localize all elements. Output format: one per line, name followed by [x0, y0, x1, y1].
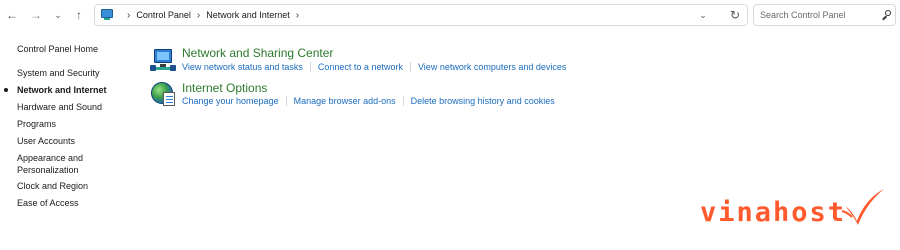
link-delete-browsing-history[interactable]: Delete browsing history and cookies [411, 96, 555, 106]
back-button[interactable]: ← [4, 7, 20, 23]
link-manage-addons[interactable]: Manage browser add-ons [294, 96, 396, 106]
arrow-left-icon: ← [6, 8, 18, 22]
sidebar-item-hardware-and-sound[interactable]: Hardware and Sound [17, 101, 122, 113]
forward-button[interactable]: → [28, 7, 44, 23]
divider [409, 62, 411, 72]
watermark-text: vinahost [700, 197, 847, 228]
sidebar-item-network-and-internet[interactable]: Network and Internet [17, 84, 122, 96]
sidebar-item-control-panel-home[interactable]: Control Panel Home [17, 43, 122, 55]
internet-options-icon[interactable] [150, 81, 176, 107]
chevron-down-icon: ⌄ [699, 9, 707, 20]
up-button[interactable]: ↑ [71, 7, 87, 23]
active-bullet-icon [4, 88, 8, 92]
sidebar-item-clock-and-region[interactable]: Clock and Region [17, 180, 122, 192]
divider [309, 62, 311, 72]
category-network-and-sharing-center[interactable]: Network and Sharing Center [182, 46, 333, 60]
sidebar-item-system-and-security[interactable]: System and Security [17, 67, 122, 79]
chevron-down-icon: ⌄ [54, 9, 62, 20]
vinahost-watermark: vinahost [700, 185, 890, 235]
divider [402, 96, 404, 106]
navigation-bar: ← → ⌄ ↑ › Control Panel › Network and In… [0, 0, 900, 30]
breadcrumb-network-and-internet[interactable]: Network and Internet [206, 10, 290, 20]
divider [285, 96, 287, 106]
recent-locations-button[interactable]: ⌄ [50, 7, 66, 23]
address-history-button[interactable]: ⌄ [693, 5, 713, 25]
breadcrumb-separator[interactable]: › [296, 10, 299, 21]
breadcrumb-control-panel[interactable]: Control Panel [136, 10, 191, 20]
arrow-up-icon: ↑ [76, 8, 82, 22]
refresh-icon: ↻ [729, 8, 741, 22]
link-connect-to-network[interactable]: Connect to a network [318, 62, 403, 72]
search-icon[interactable] [880, 8, 894, 22]
sidebar-item-user-accounts[interactable]: User Accounts [17, 135, 122, 147]
sidebar-item-ease-of-access[interactable]: Ease of Access [17, 197, 122, 209]
refresh-button[interactable]: ↻ [725, 5, 745, 25]
sidebar-item-appearance-and-personalization[interactable]: Appearance and Personalization [17, 152, 122, 176]
task-row: Change your homepage Manage browser add-… [182, 96, 555, 106]
network-sharing-icon[interactable] [150, 47, 176, 73]
link-change-homepage[interactable]: Change your homepage [182, 96, 279, 106]
address-bar[interactable]: › Control Panel › Network and Internet ›… [94, 4, 748, 26]
breadcrumb-separator[interactable]: › [127, 10, 130, 21]
search-input[interactable] [760, 10, 878, 20]
sidebar-item-programs[interactable]: Programs [17, 118, 122, 130]
task-row: View network status and tasks Connect to… [182, 62, 566, 72]
link-view-network-computers[interactable]: View network computers and devices [418, 62, 566, 72]
link-view-network-status[interactable]: View network status and tasks [182, 62, 303, 72]
breadcrumb-separator[interactable]: › [197, 10, 200, 21]
checkmark-logo-icon [841, 189, 884, 225]
arrow-right-icon: → [30, 8, 42, 22]
category-internet-options[interactable]: Internet Options [182, 81, 267, 95]
control-panel-icon [101, 9, 115, 21]
search-box[interactable] [753, 4, 896, 26]
